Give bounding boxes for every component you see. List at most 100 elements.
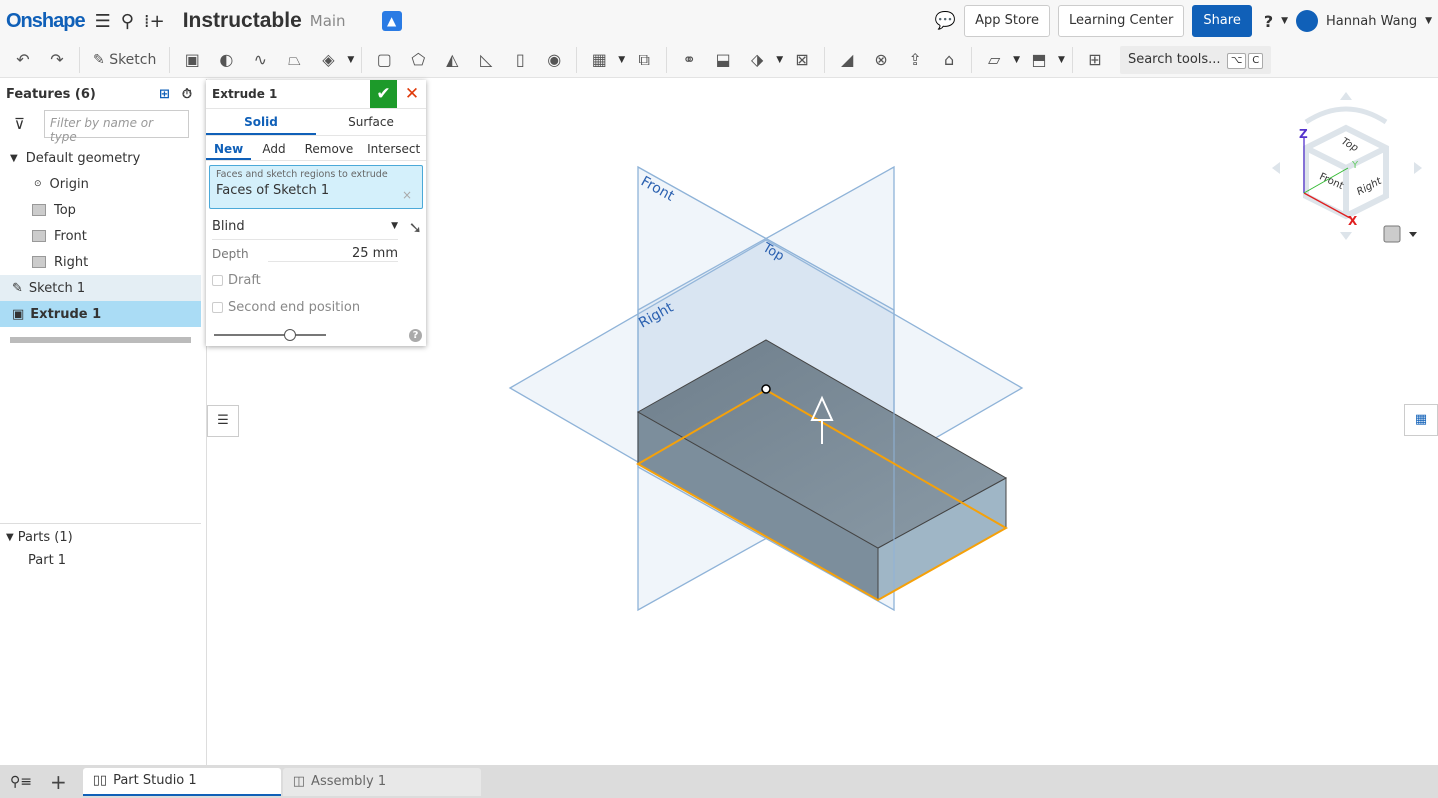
hole-icon[interactable]: ◉ [539,46,569,74]
appearance-panel-icon[interactable]: ▦ [1404,404,1438,436]
draft-icon[interactable]: ◭ [437,46,467,74]
add-branch-icon[interactable]: ⁞+ [144,11,165,32]
sketch-button[interactable]: ✎ Sketch [87,46,162,74]
tab-part-studio-1[interactable]: ▯▯ Part Studio 1 [82,767,281,796]
extrude-icon[interactable]: ▣ [177,46,207,74]
avatar[interactable] [1296,10,1319,32]
op-remove[interactable]: Remove [297,136,362,160]
shortcut-key: ⌥ [1226,52,1247,69]
version-graph-icon[interactable]: ⚲ [121,11,134,32]
add-tab-icon[interactable]: + [50,770,67,794]
end-type-value: Blind [212,218,245,234]
rib-icon[interactable]: ◺ [471,46,501,74]
second-end-label: Second end position [228,300,361,315]
accept-button[interactable]: ✔ [370,80,397,108]
second-end-checkbox[interactable]: Second end position [212,294,420,321]
boolean-icon[interactable]: ⚭ [674,46,704,74]
plane-icon[interactable]: ▱ [979,46,1009,74]
selection-field-label: Faces and sketch regions to extrude [216,169,388,180]
loft-icon[interactable]: ⏢ [279,46,309,74]
top-bar: Onshape ☰ ⚲ ⁞+ Instructable Main ▲ 💬 App… [0,0,1438,42]
undo-icon[interactable]: ↶ [8,46,38,74]
cancel-button[interactable]: ✕ [398,80,426,108]
replace-face-icon[interactable]: ⌂ [934,46,964,74]
split-icon[interactable]: ⬓ [708,46,738,74]
tree-item-origin[interactable]: ⊙ Origin [0,171,201,197]
chevron-down-icon[interactable]: ▼ [6,532,14,543]
selection-field[interactable]: Faces and sketch regions to extrude Face… [209,165,423,209]
redo-icon[interactable]: ↷ [42,46,72,74]
tab-surface[interactable]: Surface [316,109,426,135]
help-icon[interactable]: ? [409,329,422,342]
tab-solid[interactable]: Solid [206,109,316,135]
end-type-select[interactable]: Blind ▼ [212,213,398,240]
app-store-button[interactable]: App Store [964,5,1050,37]
filter-icon[interactable]: ⊽ [14,115,25,133]
op-add[interactable]: Add [251,136,296,160]
menu-icon[interactable]: ☰ [95,11,111,32]
sweep-icon[interactable]: ∿ [245,46,275,74]
revolve-icon[interactable]: ◐ [211,46,241,74]
education-icon[interactable]: ▲ [381,11,402,31]
preview-slider[interactable] [214,334,326,336]
sheet-metal-icon[interactable]: ⬒ [1024,46,1054,74]
delete-face-icon[interactable]: ⊗ [866,46,896,74]
rollback-timer-icon[interactable]: ⏱ [182,87,192,102]
thicken-icon[interactable]: ◈ [313,46,343,74]
clear-selection-icon[interactable]: × [402,188,412,202]
tree-item-extrude-1[interactable]: ▣ Extrude 1 [0,301,201,327]
user-name[interactable]: Hannah Wang [1326,14,1417,29]
delete-part-icon[interactable]: ⊠ [787,46,817,74]
rotate-right-arrow-icon [1414,162,1422,174]
add-folder-icon[interactable]: ⊞ [159,87,170,102]
axis-x-label: X [1348,214,1358,228]
draft-checkbox[interactable]: Draft [212,267,420,294]
shell-icon[interactable]: ▯ [505,46,535,74]
chevron-down-icon[interactable]: ▼ [10,153,18,164]
slider-handle[interactable] [284,329,296,341]
add-custom-feature-icon[interactable]: ⊞ [1080,46,1110,74]
fillet-icon[interactable]: ▢ [369,46,399,74]
dialog-title: Extrude 1 [212,87,278,101]
part-item[interactable]: Part 1 [0,550,201,570]
feature-filter-input[interactable]: Filter by name or type [44,110,189,144]
transform-icon[interactable]: ⬗ [742,46,772,74]
document-title[interactable]: Instructable [183,9,302,33]
help-icon[interactable]: ? [1264,12,1273,31]
pattern-icon[interactable]: ▦ [584,46,614,74]
part-label: Part 1 [28,552,67,568]
tree-item-label: Front [54,228,87,244]
share-button[interactable]: Share [1192,5,1252,37]
tree-item-top[interactable]: Top [0,197,201,223]
rotate-arc-icon [1304,106,1388,125]
tab-assembly-1[interactable]: ◫ Assembly 1 [282,767,481,796]
chevron-down-icon: ▼ [391,221,398,231]
search-tools[interactable]: Search tools... ⌥ C [1119,45,1272,74]
plane-icon [32,256,46,268]
mirror-icon[interactable]: ⧉ [629,46,659,74]
rollback-bar[interactable] [10,337,191,343]
op-new[interactable]: New [206,136,252,160]
feature-toolbar: ↶ ↷ ✎ Sketch ▣ ◐ ∿ ⏢ ◈ ▼ ▢ ⬠ ◭ ◺ ▯ ◉ ▦ ▼ ⧉… [0,42,1438,78]
tree-item-right[interactable]: Right [0,249,201,275]
parts-header[interactable]: ▼ Parts (1) [0,524,201,550]
extrude-dialog: Extrude 1 ✔ ✕ Solid Surface New Add Remo… [206,80,426,346]
checkbox[interactable] [212,275,223,286]
depth-input[interactable]: 25 mm [268,246,398,262]
view-cube[interactable]: Top Front Right Z X Y [1268,88,1438,248]
tree-item-default-geometry[interactable]: ▼ Default geometry [0,145,201,171]
checkbox[interactable] [212,302,223,313]
op-intersect[interactable]: Intersect [361,136,426,160]
modify-fillet-icon[interactable]: ◢ [832,46,862,74]
tree-item-front[interactable]: Front [0,223,201,249]
chamfer-icon[interactable]: ⬠ [403,46,433,74]
flip-direction-icon[interactable]: ➘ [409,218,422,237]
tab-manager-icon[interactable]: ⚲≡ [10,774,32,790]
move-face-icon[interactable]: ⇪ [900,46,930,74]
tree-item-sketch-1[interactable]: ✎ Sketch 1 [0,275,201,301]
tab-label: Part Studio 1 [113,773,197,788]
comments-icon[interactable]: 💬 [935,11,956,31]
onshape-logo[interactable]: Onshape [6,10,86,33]
learning-center-button[interactable]: Learning Center [1057,5,1185,37]
shortcut-key: C [1248,52,1264,69]
